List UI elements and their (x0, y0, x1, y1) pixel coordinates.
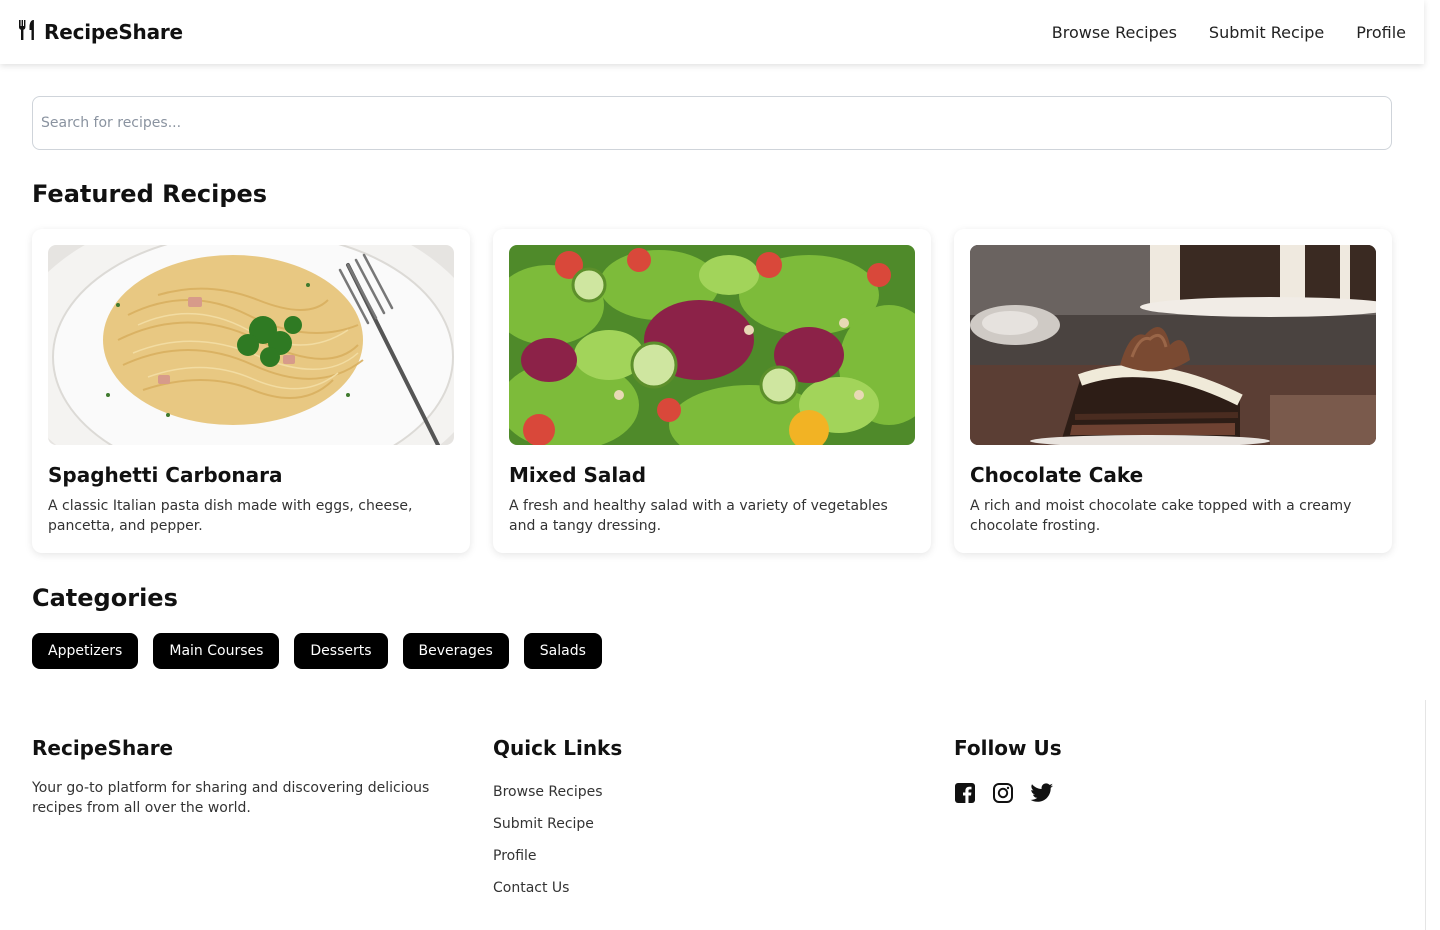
category-appetizers-button[interactable]: Appetizers (32, 633, 139, 669)
nav-browse-recipes[interactable]: Browse Recipes (1052, 23, 1177, 42)
footer-quick-links: Quick Links Browse Recipes Submit Recipe… (493, 736, 622, 898)
twitter-icon[interactable] (1030, 782, 1054, 806)
category-desserts-button[interactable]: Desserts (294, 633, 388, 669)
category-list: Appetizers Main Courses Desserts Beverag… (32, 633, 602, 669)
recipe-description: A rich and moist chocolate cake topped w… (970, 498, 1352, 534)
instagram-icon[interactable] (992, 782, 1016, 806)
footer-brand-heading: RecipeShare (32, 736, 174, 760)
utensils-icon (18, 19, 36, 45)
footer-follow: Follow Us (954, 736, 1062, 806)
category-main-courses-button[interactable]: Main Courses (153, 633, 280, 669)
footer-about: RecipeShare Your go-to platform for shar… (32, 736, 452, 818)
recipe-title: Spaghetti Carbonara (48, 463, 283, 487)
footer-link-browse-recipes[interactable]: Browse Recipes (493, 782, 622, 802)
nav-submit-recipe[interactable]: Submit Recipe (1209, 23, 1324, 42)
search-bar (32, 96, 1392, 150)
categories-title: Categories (32, 584, 178, 612)
spaghetti-carbonara-image (48, 245, 454, 445)
featured-title: Featured Recipes (32, 180, 268, 208)
recipe-description: A fresh and healthy salad with a variety… (509, 498, 888, 534)
facebook-icon[interactable] (954, 782, 978, 806)
search-input[interactable] (32, 96, 1392, 150)
site-header: RecipeShare Browse Recipes Submit Recipe… (0, 0, 1424, 64)
chocolate-cake-image (970, 245, 1376, 445)
quick-links-list: Browse Recipes Submit Recipe Profile Con… (493, 782, 622, 898)
quick-links-heading: Quick Links (493, 736, 623, 760)
footer-about-text: Your go-to platform for sharing and disc… (32, 780, 430, 816)
recipe-card-salad[interactable]: Mixed Salad A fresh and healthy salad wi… (493, 229, 931, 553)
recipe-card-chocolate-cake[interactable]: Chocolate Cake A rich and moist chocolat… (954, 229, 1392, 553)
social-links (954, 782, 1062, 806)
recipe-title: Chocolate Cake (970, 463, 1144, 487)
brand[interactable]: RecipeShare (18, 19, 183, 45)
mixed-salad-image (509, 245, 915, 445)
recipe-title: Mixed Salad (509, 463, 647, 487)
category-beverages-button[interactable]: Beverages (402, 633, 509, 669)
recipe-card-carbonara[interactable]: Spaghetti Carbonara A classic Italian pa… (32, 229, 470, 553)
brand-name: RecipeShare (44, 20, 183, 44)
main-nav: Browse Recipes Submit Recipe Profile (1052, 23, 1406, 42)
follow-us-heading: Follow Us (954, 736, 1062, 760)
recipe-description: A classic Italian pasta dish made with e… (48, 498, 413, 534)
nav-profile[interactable]: Profile (1356, 23, 1406, 42)
category-salads-button[interactable]: Salads (523, 633, 602, 669)
featured-cards: Spaghetti Carbonara A classic Italian pa… (32, 229, 1392, 553)
footer-link-submit-recipe[interactable]: Submit Recipe (493, 814, 622, 834)
footer-link-profile[interactable]: Profile (493, 846, 622, 866)
footer-link-contact-us[interactable]: Contact Us (493, 878, 622, 898)
divider (1425, 700, 1426, 930)
